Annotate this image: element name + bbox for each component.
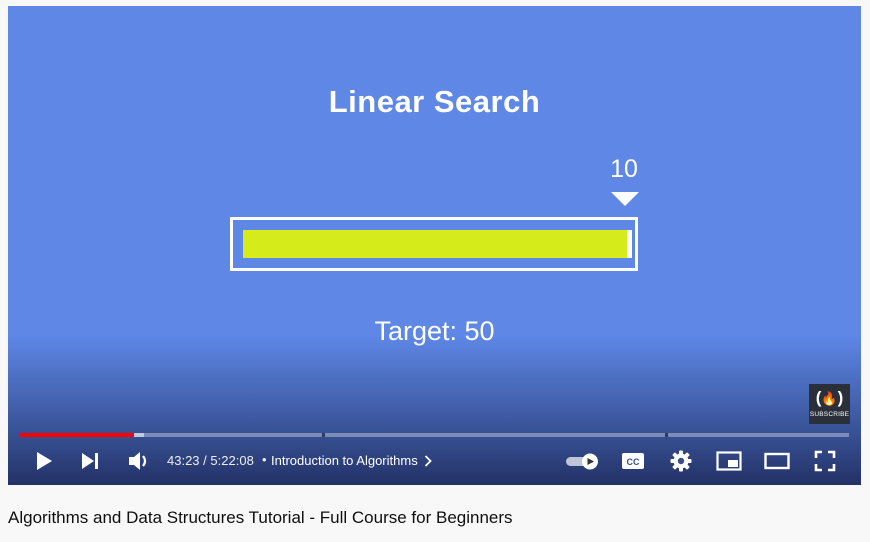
time-separator: / — [203, 453, 207, 468]
settings-button[interactable] — [666, 446, 696, 476]
chapter-marker — [322, 433, 325, 437]
pointer-triangle-icon — [611, 192, 639, 206]
array-index-label: 10 — [610, 155, 638, 183]
target-label: Target: 50 — [374, 316, 495, 346]
subtitles-button[interactable]: CC — [618, 446, 648, 476]
channel-watermark[interactable]: (🔥) SUBSCRIBE — [809, 384, 850, 424]
fullscreen-button[interactable] — [810, 446, 840, 476]
flame-logo-icon: (🔥) — [815, 388, 844, 407]
next-icon — [82, 453, 98, 469]
autoplay-toggle[interactable] — [564, 446, 602, 476]
volume-icon — [129, 452, 147, 470]
miniplayer-button[interactable] — [714, 446, 744, 476]
array-fill — [243, 230, 632, 258]
theater-mode-button[interactable] — [762, 446, 792, 476]
time-current: 43:23 — [167, 453, 200, 468]
time-display: 43:23 / 5:22:08 — [167, 453, 254, 468]
video-player[interactable]: Linear Search 10 Target: 50 (🔥) SUBSCRIB… — [8, 6, 861, 485]
play-button[interactable] — [30, 446, 58, 476]
chapter-marker — [665, 433, 668, 437]
volume-button[interactable] — [124, 446, 154, 476]
video-title: Algorithms and Data Structures Tutorial … — [8, 508, 513, 527]
chapter-button[interactable]: Introduction to Algorithms — [271, 453, 432, 468]
time-total: 5:22:08 — [210, 453, 254, 468]
theater-icon — [764, 452, 790, 470]
settings-icon — [670, 450, 692, 472]
progress-played — [20, 433, 135, 437]
svg-text:CC: CC — [627, 457, 640, 467]
chapter-bullet: • — [262, 452, 267, 467]
chevron-right-icon — [424, 454, 432, 467]
watermark-caption: SUBSCRIBE — [809, 411, 850, 418]
cc-icon: CC — [622, 453, 644, 469]
chapter-title: Introduction to Algorithms — [271, 453, 418, 468]
next-button[interactable] — [76, 446, 104, 476]
fullscreen-icon — [814, 450, 836, 472]
slide-title: Linear Search — [328, 84, 541, 119]
miniplayer-icon — [716, 451, 742, 471]
autoplay-toggle-icon — [566, 453, 598, 470]
progress-bar[interactable] — [20, 433, 849, 437]
play-icon — [37, 452, 52, 470]
array-box — [230, 217, 638, 271]
